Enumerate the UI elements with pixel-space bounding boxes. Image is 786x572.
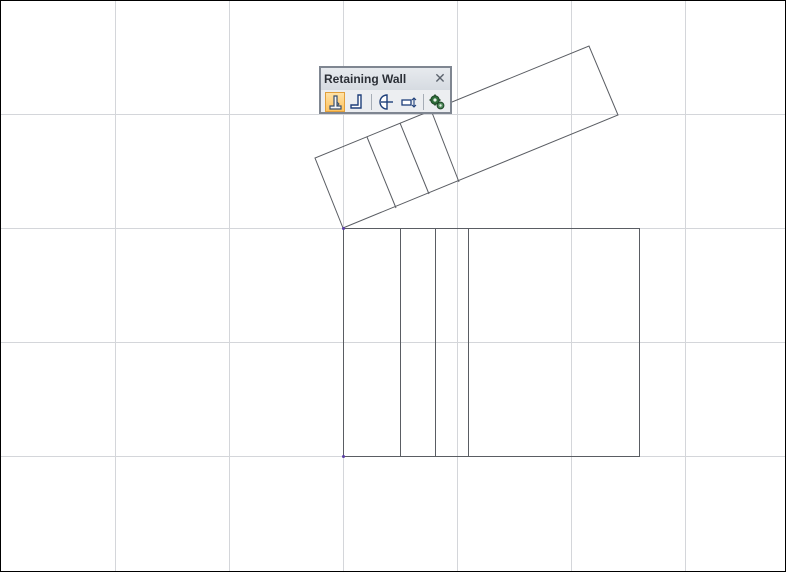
wall-segment-line [399,122,430,195]
retaining-wall-toolbar[interactable]: Retaining Wall ✕ [319,66,452,114]
retaining-wall-icon [329,95,342,110]
toolbar-title: Retaining Wall [324,72,407,86]
move-wall-icon [401,97,417,108]
toolbar-separator [371,94,372,110]
drawing-canvas[interactable]: Retaining Wall ✕ [0,0,786,572]
wall-segment-line [430,109,460,183]
l-shaped-wall-button[interactable] [347,92,367,112]
snap-point[interactable] [342,227,345,230]
close-icon[interactable]: ✕ [433,70,447,86]
snap-point[interactable] [342,455,345,458]
wall-segment-line [366,136,397,209]
split-wall-button[interactable] [376,92,396,112]
wall-settings-button[interactable] [427,92,447,112]
split-wall-icon [379,94,393,110]
l-shaped-wall-icon [350,94,362,109]
wall-settings-gear-icon [429,94,445,110]
toolbar-titlebar[interactable]: Retaining Wall ✕ [321,68,450,90]
move-wall-button[interactable] [399,92,419,112]
retaining-wall-button[interactable] [325,92,345,112]
toolbar-buttons [321,90,450,112]
toolbar-separator [423,94,424,110]
